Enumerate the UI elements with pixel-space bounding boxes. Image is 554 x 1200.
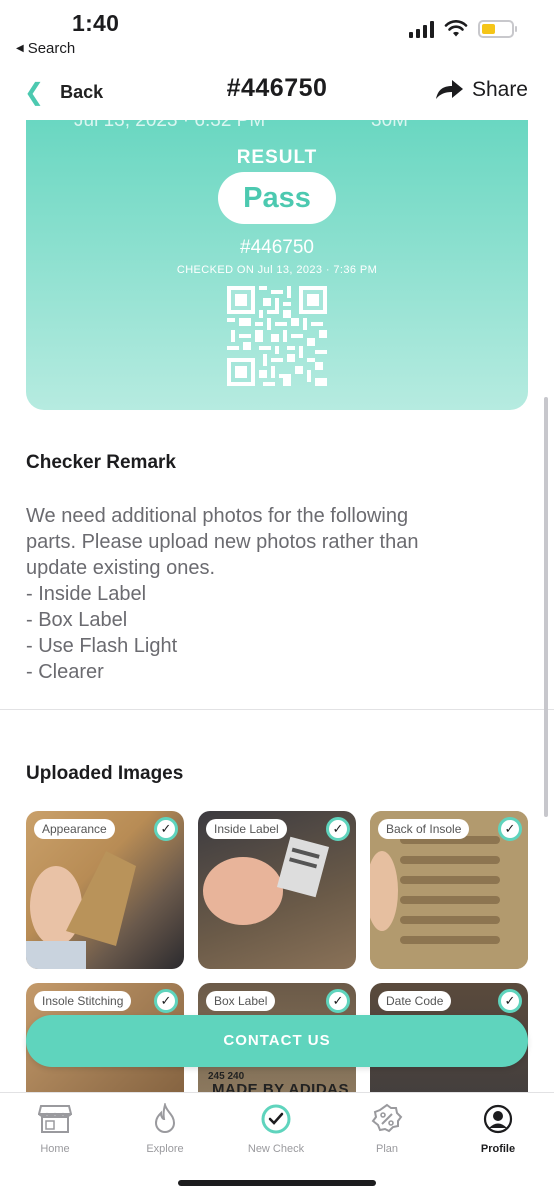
back-triangle-icon: ◀ <box>16 43 24 54</box>
result-card: Jul 13, 2023 · 6:32 PM 30M RESULT Pass #… <box>26 120 528 410</box>
result-label: RESULT <box>236 147 318 168</box>
checker-remark-text: We need additional photos for the follow… <box>26 503 506 685</box>
remark-line: We need additional photos for the follow… <box>26 505 409 527</box>
status-icons <box>409 20 517 38</box>
image-label: Date Code <box>378 991 452 1011</box>
share-arrow-icon <box>435 80 463 99</box>
flame-icon <box>154 1103 176 1133</box>
status-time: 1:40 <box>72 10 120 36</box>
store-icon <box>38 1105 72 1133</box>
image-tile-appearance[interactable]: Appearance ✓ <box>26 811 184 969</box>
image-label: Inside Label <box>206 819 287 839</box>
scrollbar[interactable] <box>544 397 548 817</box>
tab-label: New Check <box>247 1143 305 1155</box>
cellular-signal-icon <box>409 20 434 38</box>
tab-label: Explore <box>146 1143 184 1155</box>
back-app-label: Search <box>27 40 76 57</box>
checked-on-date: CHECKED ON Jul 13, 2023 · 7:36 PM <box>176 264 378 276</box>
tab-label: Plan <box>375 1143 399 1155</box>
tab-profile[interactable]: Profile <box>443 1103 553 1155</box>
back-to-app-link[interactable]: ◀ Search <box>16 40 75 57</box>
remark-line: parts. Please upload new photos rather t… <box>26 531 419 553</box>
check-duration: 30M <box>371 120 408 131</box>
verified-check-icon: ✓ <box>326 817 350 841</box>
tab-home[interactable]: Home <box>0 1103 110 1155</box>
verified-check-icon: ✓ <box>154 989 178 1013</box>
tab-explore[interactable]: Explore <box>110 1103 220 1155</box>
profile-icon <box>483 1104 513 1134</box>
nav-bar: ❮ Back #446750 Share <box>0 64 554 120</box>
remark-line: - Clearer <box>26 661 104 683</box>
home-indicator <box>178 1180 376 1186</box>
box-text: MADE BY ADIDAS <box>212 1081 350 1092</box>
image-label: Back of Insole <box>378 819 470 839</box>
scroll-content[interactable]: Jul 13, 2023 · 6:32 PM 30M RESULT Pass #… <box>0 120 554 1092</box>
tab-label: Profile <box>480 1143 516 1155</box>
image-label: Insole Stitching <box>34 991 132 1011</box>
share-button[interactable]: Share <box>434 78 528 102</box>
tab-label: Home <box>40 1143 70 1155</box>
submitted-date: Jul 13, 2023 · 6:32 PM <box>74 120 266 131</box>
contact-us-button[interactable]: CONTACT US <box>26 1015 528 1067</box>
image-label: Box Label <box>206 991 276 1011</box>
verified-check-icon: ✓ <box>326 989 350 1013</box>
battery-icon <box>478 20 517 38</box>
verified-check-icon: ✓ <box>498 989 522 1013</box>
tab-new-check[interactable]: New Check <box>221 1103 331 1155</box>
checker-remark-title: Checker Remark <box>26 452 176 473</box>
share-label: Share <box>471 78 528 101</box>
uploaded-images-title: Uploaded Images <box>26 763 184 784</box>
status-bar: 1:40 ◀ Search <box>0 0 554 64</box>
wifi-icon <box>444 20 468 37</box>
discount-badge-icon <box>371 1103 403 1133</box>
remark-line: update existing ones. <box>26 557 216 579</box>
result-check-id: #446750 <box>240 237 314 258</box>
remark-line: - Box Label <box>26 609 128 631</box>
check-badge-icon <box>261 1104 291 1134</box>
remark-line: - Inside Label <box>26 583 147 605</box>
result-badge: Pass <box>218 172 336 224</box>
verified-check-icon: ✓ <box>498 817 522 841</box>
image-tile-inside-label[interactable]: Inside Label ✓ <box>198 811 356 969</box>
verified-check-icon: ✓ <box>154 817 178 841</box>
remark-line: - Use Flash Light <box>26 635 178 657</box>
qr-code <box>227 286 327 386</box>
tab-plan[interactable]: Plan <box>332 1103 442 1155</box>
image-tile-back-of-insole[interactable]: Back of Insole ✓ <box>370 811 528 969</box>
image-label: Appearance <box>34 819 115 839</box>
section-divider <box>0 709 554 710</box>
